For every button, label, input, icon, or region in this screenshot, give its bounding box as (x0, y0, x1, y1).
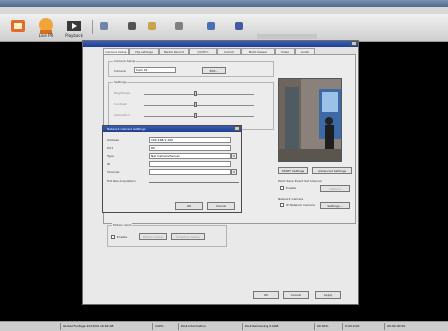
full-res-divider (149, 182, 239, 183)
status-disk-info: Disk Information (178, 323, 238, 330)
record-icon[interactable] (128, 22, 136, 30)
settings-icon[interactable] (100, 22, 108, 30)
status-usage: 00.00% (314, 323, 340, 330)
status-footage: Global Footage 2013/09 16:02:08 (60, 323, 150, 330)
channel-spin-icon[interactable]: ± (231, 169, 237, 175)
schedule-setup-button[interactable]: Schedule Setup (171, 233, 205, 240)
port-input[interactable]: 80 (149, 145, 231, 151)
status-time: 0:00.0.00 (342, 323, 382, 330)
status-clock: 00:00 00:00 (384, 323, 446, 330)
network-camera-label: Network Camera (278, 197, 304, 201)
port-label: Port (107, 146, 113, 150)
id-input[interactable] (149, 161, 231, 167)
camera-group-label: Camera Setup (113, 59, 137, 63)
contrast-slider[interactable] (144, 105, 254, 106)
ip-network-camera-label: IP Network Camera (286, 203, 315, 207)
slider-label-brightness: Brightness (114, 91, 130, 95)
saturation-slider-knob[interactable] (194, 113, 197, 118)
toolbar-status-text (257, 34, 317, 39)
ip-settings-button[interactable]: Settings... (320, 202, 350, 209)
options-button[interactable]: Options (320, 185, 350, 192)
ip-network-camera-checkbox[interactable] (280, 203, 284, 207)
info-icon[interactable] (235, 22, 243, 30)
live-view-label: Live PR (38, 33, 54, 38)
status-disk-remaining: Disk Remaining 0.0GB (242, 323, 312, 330)
window-titlebar (0, 0, 448, 7)
cancel-button[interactable]: Cancel (283, 291, 309, 299)
brightness-slider-knob[interactable] (194, 91, 197, 96)
main-toolbar: Live PR Playback (0, 14, 448, 42)
camera-edit-button[interactable]: Edit... (202, 67, 226, 74)
motion-group-label: Motion Alert (112, 223, 133, 227)
subdialog-cancel-button[interactable]: Cancel (207, 202, 235, 210)
enable-checkbox[interactable] (280, 186, 284, 190)
playback-label: Playback (65, 33, 83, 38)
motion-enable-checkbox[interactable] (111, 235, 115, 239)
subdialog-title: Network Camera Settings (107, 127, 146, 131)
toolbar-separator (92, 20, 93, 34)
contrast-slider-knob[interactable] (194, 102, 197, 107)
start-settings-button[interactable]: START Settings (278, 167, 308, 174)
saturation-slider[interactable] (144, 116, 254, 117)
advanced-settings-button[interactable]: Advanced Settings (312, 167, 352, 174)
camera-label: Camera (114, 69, 126, 73)
slider-label-contrast: Contrast (114, 102, 127, 106)
motion-setup-button[interactable]: Motion Setup (139, 233, 167, 240)
enable-label: Enable (286, 186, 297, 190)
type-label: Type (107, 154, 114, 158)
ok-button[interactable]: OK (253, 291, 279, 299)
settings-groupbox: Settings (108, 80, 274, 130)
apply-button[interactable]: Apply (315, 291, 341, 299)
id-label: ID (107, 162, 111, 166)
subdialog-ok-button[interactable]: OK (175, 202, 203, 210)
channel-input[interactable] (149, 169, 231, 175)
slider-label-saturation: Saturation (114, 113, 130, 117)
dialog-close-icon[interactable] (351, 41, 357, 46)
menu-bar[interactable] (0, 7, 448, 14)
type-select[interactable]: Net Camera/Server (149, 153, 231, 159)
search-icon[interactable] (175, 22, 183, 30)
brightness-slider[interactable] (144, 94, 254, 95)
user-icon[interactable] (148, 22, 156, 30)
subdialog-close-icon[interactable] (234, 126, 240, 131)
full-res-label: Full Res Acquisition (107, 179, 136, 183)
motion-enable-label: Enable (117, 235, 128, 239)
point-event-label: Point Save Event Set Interval (278, 179, 322, 183)
subdialog-titlebar: Network Camera Settings (103, 126, 241, 132)
settings-group-label: Settings (113, 80, 128, 84)
camera-icon[interactable] (8, 16, 28, 36)
channel-label: Channel (107, 170, 120, 174)
type-dropdown-chevron-down-icon[interactable]: ▾ (231, 153, 237, 159)
status-bar: Global Footage 2013/09 16:02:08 100% Dis… (0, 321, 448, 331)
network-icon[interactable] (207, 22, 215, 30)
address-input[interactable]: 192.168.1.100 (149, 137, 231, 143)
camera-select[interactable]: Cam 01 (134, 67, 176, 73)
camera-preview-image (278, 78, 342, 162)
status-percent: 100% (152, 323, 176, 330)
network-camera-dialog: Network Camera Settings Address 192.168.… (102, 125, 242, 213)
address-label: Address (107, 138, 119, 142)
camera-groupbox: Camera Setup (108, 59, 274, 77)
